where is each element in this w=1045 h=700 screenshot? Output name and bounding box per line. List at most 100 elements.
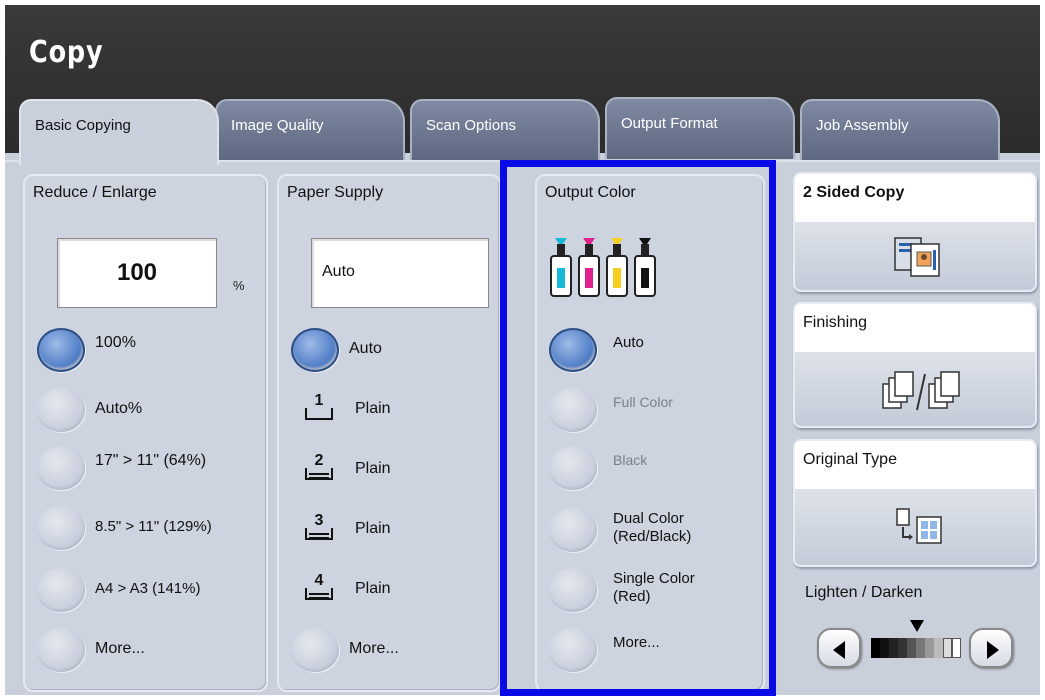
option-label-line2: (Red/Black): [613, 528, 692, 545]
two-sided-copy-button[interactable]: 2 Sided Copy: [793, 172, 1037, 292]
color-option-full-color[interactable]: Full Color: [549, 386, 759, 438]
tray-paper-type: Plain: [355, 400, 391, 417]
reduce-enlarge-value: 100: [116, 259, 158, 286]
option-label: Auto%: [95, 400, 143, 417]
paper-tray-3[interactable]: 3 Plain: [279, 506, 479, 558]
app-title: Copy: [29, 35, 104, 70]
color-option-more[interactable]: More...: [549, 626, 759, 678]
tab-scan-options[interactable]: Scan Options: [410, 99, 600, 161]
density-cell: [907, 638, 916, 658]
tray-paper-type: Plain: [355, 520, 391, 537]
lighten-darken-control: [805, 610, 1035, 695]
option-label-line1: Dual Color: [613, 510, 684, 527]
radio-button: [37, 568, 85, 612]
color-option-dual-color[interactable]: Dual Color (Red/Black): [549, 506, 759, 558]
option-label: More...: [349, 640, 399, 657]
option-label: Single Color (Red): [613, 570, 695, 606]
paper-option-more[interactable]: More...: [291, 626, 491, 678]
option-label: More...: [613, 634, 660, 651]
radio-button: [291, 328, 339, 372]
tray-paper-type: Plain: [355, 460, 391, 477]
density-cell: [934, 638, 943, 658]
original-type-button[interactable]: Original Type: [793, 439, 1037, 567]
tab-image-quality[interactable]: Image Quality: [215, 99, 405, 161]
finishing-button[interactable]: Finishing: [793, 302, 1037, 428]
darken-button[interactable]: [969, 628, 1013, 668]
original-type-icon: [896, 508, 942, 544]
tab-job-assembly[interactable]: Job Assembly: [800, 99, 1000, 161]
radio-button: [37, 328, 85, 372]
density-cell: [889, 638, 898, 658]
panel-title: Reduce / Enlarge: [33, 184, 157, 201]
color-option-black[interactable]: Black: [549, 444, 759, 496]
reduce-option-64[interactable]: 17" > 11" (64%): [37, 444, 257, 496]
paper-supply-value: Auto: [322, 263, 355, 280]
lighten-button[interactable]: [817, 628, 861, 668]
cmyk-toner-icon: [550, 238, 656, 297]
option-label: 100%: [95, 334, 136, 351]
tab-output-format[interactable]: Output Format: [605, 97, 795, 159]
two-sided-copy-icon: [894, 237, 940, 277]
reduce-option-more[interactable]: More...: [37, 626, 257, 678]
radio-button: [37, 506, 85, 550]
option-label: Dual Color (Red/Black): [613, 510, 691, 546]
reduce-enlarge-value-field[interactable]: 100: [57, 238, 217, 308]
paper-tray-1[interactable]: 1 Plain: [279, 386, 479, 438]
density-cell: [952, 638, 961, 658]
paper-tray-4[interactable]: 4 Plain: [279, 566, 479, 618]
radio-button: [549, 628, 597, 672]
paper-supply-panel: Paper Supply Auto Auto 1 Plain 2 Plain 3…: [277, 174, 501, 692]
reduce-option-100[interactable]: 100%: [37, 326, 257, 378]
radio-button: [549, 328, 597, 372]
reduce-option-129[interactable]: 8.5" > 11" (129%): [37, 504, 257, 556]
right-arrow-icon: [987, 641, 999, 659]
option-label: More...: [95, 640, 145, 657]
density-scale: [871, 638, 963, 658]
option-label: Auto: [613, 334, 644, 351]
radio-button: [291, 628, 339, 672]
radio-button: [549, 568, 597, 612]
option-label: A4 > A3 (141%): [95, 580, 201, 597]
percent-unit: %: [233, 278, 245, 293]
paper-tray-2[interactable]: 2 Plain: [279, 446, 479, 498]
option-label: Black: [613, 452, 648, 468]
option-label: Auto: [349, 340, 382, 357]
button-label: 2 Sided Copy: [795, 174, 1035, 222]
density-cell: [898, 638, 907, 658]
density-cell: [943, 638, 952, 658]
radio-button: [37, 446, 85, 490]
tray-paper-type: Plain: [355, 580, 391, 597]
tray-2-icon: 2: [305, 452, 333, 484]
output-color-panel: Output Color Auto Full Color Black Dual …: [535, 174, 765, 692]
density-cell: [880, 638, 889, 658]
paper-supply-value-field[interactable]: Auto: [311, 238, 489, 308]
radio-button: [549, 508, 597, 552]
panel-title: Output Color: [545, 184, 636, 201]
reduce-option-auto[interactable]: Auto%: [37, 386, 257, 438]
radio-button: [37, 388, 85, 432]
option-label: 8.5" > 11" (129%): [95, 518, 212, 535]
button-label: Finishing: [795, 304, 1035, 352]
left-arrow-icon: [833, 641, 845, 659]
paper-option-auto[interactable]: Auto: [291, 326, 491, 378]
panel-title: Paper Supply: [287, 184, 384, 201]
radio-button: [37, 628, 85, 672]
tab-label: Output Format: [621, 115, 718, 132]
density-cell: [916, 638, 925, 658]
option-label: Full Color: [613, 394, 673, 410]
color-option-auto[interactable]: Auto: [549, 326, 759, 378]
density-cell: [871, 638, 880, 658]
option-label-line1: Single Color: [613, 570, 695, 587]
tab-content: Reduce / Enlarge 100 % 100% Auto% 17" > …: [5, 160, 1040, 695]
density-cell: [925, 638, 934, 658]
color-option-single-color[interactable]: Single Color (Red): [549, 566, 759, 618]
reduce-option-141[interactable]: A4 > A3 (141%): [37, 566, 257, 618]
button-label: Original Type: [795, 441, 1035, 489]
screenshot-frame: Copy Basic Copying Image Quality Scan Op…: [0, 0, 1045, 700]
reduce-enlarge-panel: Reduce / Enlarge 100 % 100% Auto% 17" > …: [23, 174, 268, 692]
tab-basic-copying[interactable]: Basic Copying: [19, 99, 219, 165]
tab-label: Image Quality: [231, 117, 324, 134]
tray-4-icon: 4: [305, 572, 333, 604]
tab-label: Job Assembly: [816, 117, 909, 134]
finishing-staple-icon: [882, 371, 960, 411]
